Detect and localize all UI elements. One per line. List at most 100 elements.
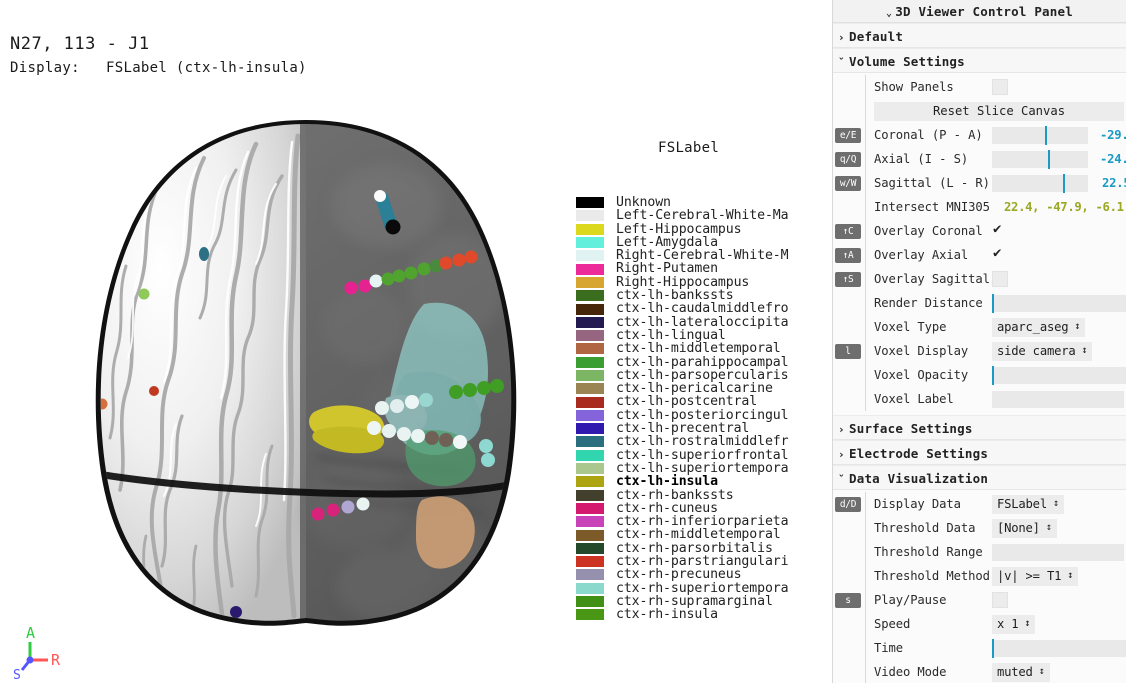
coronal-slider[interactable] (992, 125, 1088, 145)
threshold-data-select[interactable]: [None] ↕ (992, 518, 1057, 538)
keybadge-sagittal[interactable]: w/W (835, 175, 861, 191)
legend-item-label: ctx-lh-rostralmiddlefr (616, 434, 789, 450)
legend-color-swatch (576, 396, 604, 408)
legend-item-label: ctx-lh-lingual (616, 327, 726, 343)
keybadge-display-data[interactable]: d/D (835, 496, 861, 512)
threshold-method-label: Threshold Method (874, 569, 990, 583)
video-mode-select[interactable]: muted ↕ (992, 662, 1050, 682)
row-sagittal: w/W Sagittal (L - R) 22.5 (833, 171, 1126, 195)
voxel-label-label: Voxel Label (874, 392, 954, 406)
sagittal-slider[interactable] (992, 173, 1088, 193)
speed-value: x 1 (997, 616, 1019, 631)
display-subtitle: Display: FSLabel (ctx-lh-insula) (10, 60, 307, 76)
subject-title: N27, 113 - J1 (10, 34, 150, 54)
updown-arrows-icon: ↕ (1081, 345, 1088, 356)
overlay-coronal-checkbox[interactable] (992, 221, 1008, 239)
legend-item-label: Right-Hippocampus (616, 274, 750, 290)
row-threshold-method: Threshold Method |v| >= T1 ↕ (833, 564, 1126, 588)
keybadge-coronal[interactable]: e/E (835, 127, 861, 143)
voxel-type-value: aparc_aseg (997, 319, 1069, 334)
voxel-label-input[interactable] (992, 390, 1124, 408)
show-panels-checkbox[interactable] (992, 79, 1008, 95)
legend-item: ctx-lh-precentral (576, 422, 832, 435)
keybadge-axial[interactable]: q/Q (835, 151, 861, 167)
legend-item-label: ctx-rh-supramarginal (616, 593, 773, 609)
keybadge-none (835, 521, 861, 536)
voxel-type-select[interactable]: aparc_aseg ↕ (992, 317, 1086, 337)
legend-item: ctx-rh-superiortempora (576, 581, 832, 595)
threshold-method-select[interactable]: |v| >= T1 ↕ (992, 566, 1079, 586)
legend-item: Unknown (576, 196, 832, 209)
chevron-right-icon: › (838, 31, 845, 44)
row-threshold-range: Threshold Range (833, 540, 1126, 564)
legend-item: ctx-lh-pericalcarine (576, 382, 832, 395)
legend-item-label: ctx-lh-posteriorcingul (616, 407, 789, 423)
legend-item-label: ctx-rh-precuneus (616, 567, 742, 583)
legend-item: ctx-lh-caudalmiddlefro (576, 302, 832, 316)
legend-item: ctx-lh-middletemporal (576, 342, 832, 356)
legend-color-swatch (576, 569, 604, 581)
legend-item: Left-Amygdala (576, 236, 832, 249)
overlay-axial-checkbox[interactable] (992, 245, 1008, 263)
chevron-down-icon: ⌄ (886, 8, 893, 19)
legend-color-swatch (576, 542, 604, 554)
render-distance-slider[interactable] (992, 293, 1126, 313)
time-slider[interactable] (992, 638, 1126, 658)
keybadge-overlay-sagittal[interactable]: ↑S (835, 271, 861, 287)
speed-select[interactable]: x 1 ↕ (992, 614, 1036, 634)
reset-slice-canvas-button[interactable]: Reset Slice Canvas (874, 101, 1124, 121)
legend-color-swatch (576, 449, 604, 461)
keybadge-overlay-axial[interactable]: ↑A (835, 247, 861, 263)
keybadge-play-pause[interactable]: s (835, 592, 861, 608)
chevron-right-icon: › (838, 448, 845, 461)
section-volume-label: Volume Settings (849, 54, 965, 69)
legend-item: ctx-rh-precuneus (576, 567, 832, 583)
coronal-label: Coronal (P - A) (874, 128, 983, 142)
voxel-opacity-slider[interactable] (992, 365, 1126, 385)
section-volume-settings[interactable]: ˇ Volume Settings (833, 48, 1126, 73)
voxel-display-label: Voxel Display (874, 344, 969, 358)
axial-slider[interactable] (992, 149, 1088, 169)
row-voxel-type: Voxel Type aparc_aseg ↕ (833, 315, 1126, 339)
threshold-range-input[interactable] (992, 543, 1124, 561)
legend-item-label: ctx-lh-parsopercularis (616, 367, 789, 383)
legend-item-label: Right-Cerebral-White-M (616, 248, 789, 264)
row-overlay-sagittal: ↑S Overlay Sagittal (833, 267, 1126, 291)
row-render-distance: Render Distance 1 (833, 291, 1126, 315)
axis-label-superior: S (13, 668, 21, 680)
row-speed: Speed x 1 ↕ (833, 612, 1126, 636)
legend-title: FSLabel (658, 140, 720, 156)
legend-item: ctx-lh-rostralmiddlefr (576, 434, 832, 450)
section-surface-settings[interactable]: › Surface Settings (833, 415, 1126, 440)
panel-header[interactable]: ⌄ 3D Viewer Control Panel (833, 0, 1126, 23)
legend-item: Right-Putamen (576, 262, 832, 276)
legend-color-swatch (576, 582, 604, 594)
axial-label: Axial (I - S) (874, 152, 969, 166)
row-overlay-coronal: ↑C Overlay Coronal (833, 219, 1126, 243)
legend-item-label: ctx-rh-inferiorparieta (616, 514, 789, 530)
keybadge-voxel-display[interactable]: l (835, 343, 861, 359)
section-data-visualization[interactable]: ˇ Data Visualization (833, 465, 1126, 490)
keybadge-overlay-coronal[interactable]: ↑C (835, 223, 861, 239)
legend-color-swatch (576, 276, 604, 288)
play-pause-checkbox[interactable] (992, 592, 1008, 608)
play-pause-label: Play/Pause (874, 593, 947, 607)
legend-item-label: ctx-lh-postcentral (616, 394, 758, 410)
axis-label-anterior: A (26, 624, 35, 642)
row-intersect-mni305: Intersect MNI305 22.4, -47.9, -6.1 (833, 195, 1126, 219)
display-data-select[interactable]: FSLabel ↕ (992, 494, 1064, 514)
control-panel[interactable]: ⌄ 3D Viewer Control Panel › Default ˇ Volum… (832, 0, 1126, 683)
legend-item-label: ctx-lh-superiorfrontal (616, 447, 789, 463)
legend-color-swatch (576, 356, 604, 368)
voxel-display-select[interactable]: side camera ↕ (992, 341, 1093, 361)
updown-arrows-icon: ↕ (1045, 522, 1052, 533)
brain-surface-render[interactable] (86, 116, 526, 626)
legend-item: ctx-rh-bankssts (576, 488, 832, 502)
brain-3d-viewer[interactable]: N27, 113 - J1 Display: FSLabel (ctx-lh-i… (0, 0, 832, 683)
section-default[interactable]: › Default (833, 23, 1126, 48)
legend-item: ctx-rh-inferiorparieta (576, 515, 832, 528)
overlay-sagittal-checkbox[interactable] (992, 271, 1008, 287)
row-voxel-display: l Voxel Display side camera ↕ (833, 339, 1126, 363)
legend-item-label: ctx-lh-bankssts (616, 288, 734, 304)
section-electrode-settings[interactable]: › Electrode Settings (833, 440, 1126, 465)
